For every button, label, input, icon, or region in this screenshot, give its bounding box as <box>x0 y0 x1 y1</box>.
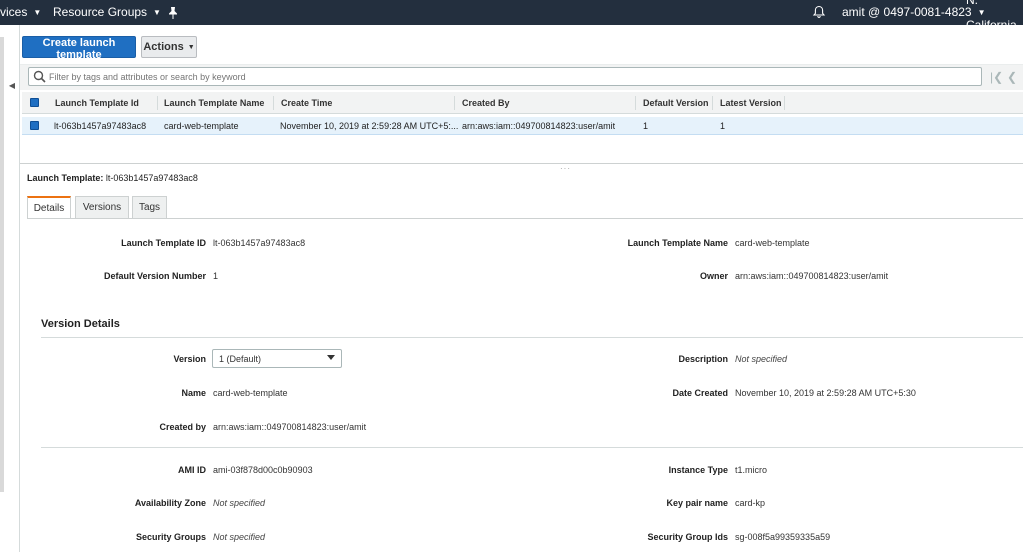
chevron-down-icon: ▼ <box>153 8 161 17</box>
column-header[interactable]: Create Time <box>281 92 332 113</box>
create-launch-template-button[interactable]: Create launch template <box>22 36 136 61</box>
key-pair-value: card-kp <box>735 498 766 508</box>
resource-groups-menu[interactable]: Resource Groups ▼ <box>53 0 161 25</box>
version-details-title: Version Details <box>41 318 120 330</box>
ami-id-label: AMI ID <box>178 465 206 475</box>
services-label: vices <box>0 5 28 19</box>
key-pair-label: Key pair name <box>666 498 728 508</box>
name-label: Name <box>181 388 206 398</box>
bell-icon[interactable] <box>812 5 826 19</box>
cell-template-name: card-web-template <box>164 120 239 131</box>
section-divider <box>41 447 1023 448</box>
actions-label: Actions <box>143 41 184 53</box>
date-created-value: November 10, 2019 at 2:59:28 AM UTC+5:30 <box>735 388 916 398</box>
availability-zone-value: Not specified <box>213 498 266 508</box>
sidebar-scrollbar[interactable] <box>0 37 4 492</box>
previous-page-icon[interactable]: ❮ <box>1007 70 1017 84</box>
cell-created-by: arn:aws:iam::049700814823:user/amit <box>462 120 616 131</box>
drag-handle-icon: ··· <box>560 164 571 173</box>
availability-zone-label: Availability Zone <box>134 498 206 508</box>
filter-bar: |❮ ❮ <box>20 65 1023 90</box>
template-id-value: lt-063b1457a97483ac8 <box>213 238 306 248</box>
resource-groups-label: Resource Groups <box>53 5 148 19</box>
region-menu[interactable]: N. California ▼ <box>966 0 1023 32</box>
column-header[interactable]: Latest Version <box>720 92 782 113</box>
pin-icon <box>169 6 177 19</box>
instance-type-label: Instance Type <box>668 465 728 475</box>
chevron-down-icon <box>327 355 335 360</box>
column-header[interactable]: Default Version <box>643 92 709 113</box>
created-by-value: arn:aws:iam::049700814823:user/amit <box>213 422 367 432</box>
version-label: Version <box>173 354 206 364</box>
tab-details[interactable]: Details <box>27 196 71 219</box>
detail-header-label: Launch Template: <box>27 173 104 183</box>
template-id-label: Launch Template ID <box>121 238 206 248</box>
left-rail: ◀ <box>0 25 20 552</box>
description-label: Description <box>678 354 728 364</box>
actions-button[interactable]: Actions ▼ <box>141 36 197 58</box>
cell-template-id: lt-063b1457a97483ac8 <box>54 120 147 131</box>
security-group-ids-label: Security Group Ids <box>647 532 728 542</box>
column-header[interactable]: Created By <box>462 92 510 113</box>
column-header[interactable]: Launch Template Name <box>164 92 264 113</box>
created-by-label: Created by <box>159 422 206 432</box>
detail-header-value: lt-063b1457a97483ac8 <box>105 173 198 183</box>
chevron-down-icon: ▼ <box>33 8 42 17</box>
account-label: amit @ 0497-0081-4823 <box>842 5 972 19</box>
tab-tags[interactable]: Tags <box>132 196 167 219</box>
cell-create-time: November 10, 2019 at 2:59:28 AM UTC+5:..… <box>280 120 458 131</box>
chevron-left-icon: ◀ <box>8 80 16 90</box>
select-all-checkbox[interactable] <box>30 98 39 107</box>
column-header[interactable]: Launch Template Id <box>55 92 139 113</box>
description-value: Not specified <box>735 354 788 364</box>
tab-divider <box>27 218 1023 219</box>
pin-button[interactable] <box>168 0 178 25</box>
search-input[interactable] <box>49 69 969 84</box>
template-name-label: Launch Template Name <box>627 238 728 248</box>
account-menu[interactable]: amit @ 0497-0081-4823 ▼ <box>842 0 986 25</box>
services-menu[interactable]: vices ▼ <box>0 0 41 25</box>
default-version-label: Default Version Number <box>103 271 206 281</box>
row-checkbox[interactable] <box>30 121 39 130</box>
first-page-icon[interactable]: |❮ <box>990 70 1003 84</box>
search-icon <box>33 70 46 83</box>
pane-splitter[interactable]: ··· <box>20 163 1023 173</box>
instance-type-value: t1.micro <box>735 465 768 475</box>
collapse-sidebar-button[interactable]: ◀ <box>5 73 19 97</box>
name-value: card-web-template <box>213 388 288 398</box>
top-nav: vices ▼ Resource Groups ▼ amit @ 0497-00… <box>0 0 1023 32</box>
version-select-value: 1 (Default) <box>219 353 262 364</box>
search-box <box>28 67 982 86</box>
default-version-value: 1 <box>213 271 219 281</box>
version-select[interactable]: 1 (Default) <box>212 349 342 368</box>
detail-header: Launch Template: lt-063b1457a97483ac8 <box>27 173 198 183</box>
table-header: Launch Template Id Launch Template Name … <box>22 92 1023 114</box>
cell-default-version: 1 <box>643 120 649 131</box>
owner-value: arn:aws:iam::049700814823:user/amit <box>735 271 889 281</box>
chevron-down-icon: ▼ <box>187 43 195 51</box>
date-created-label: Date Created <box>672 388 728 398</box>
tab-versions[interactable]: Versions <box>75 196 129 219</box>
security-groups-value: Not specified <box>213 532 266 542</box>
table-row[interactable]: lt-063b1457a97483ac8 card-web-template N… <box>22 117 1023 135</box>
owner-label: Owner <box>699 271 728 281</box>
security-group-ids-value: sg-008f5a99359335a59 <box>735 532 831 542</box>
security-groups-label: Security Groups <box>135 532 206 542</box>
toolbar: Create launch template Actions ▼ <box>20 25 1023 65</box>
cell-latest-version: 1 <box>720 120 726 131</box>
section-divider <box>41 337 1023 338</box>
template-name-value: card-web-template <box>735 238 810 248</box>
ami-id-value: ami-03f878d00c0b90903 <box>213 465 313 475</box>
